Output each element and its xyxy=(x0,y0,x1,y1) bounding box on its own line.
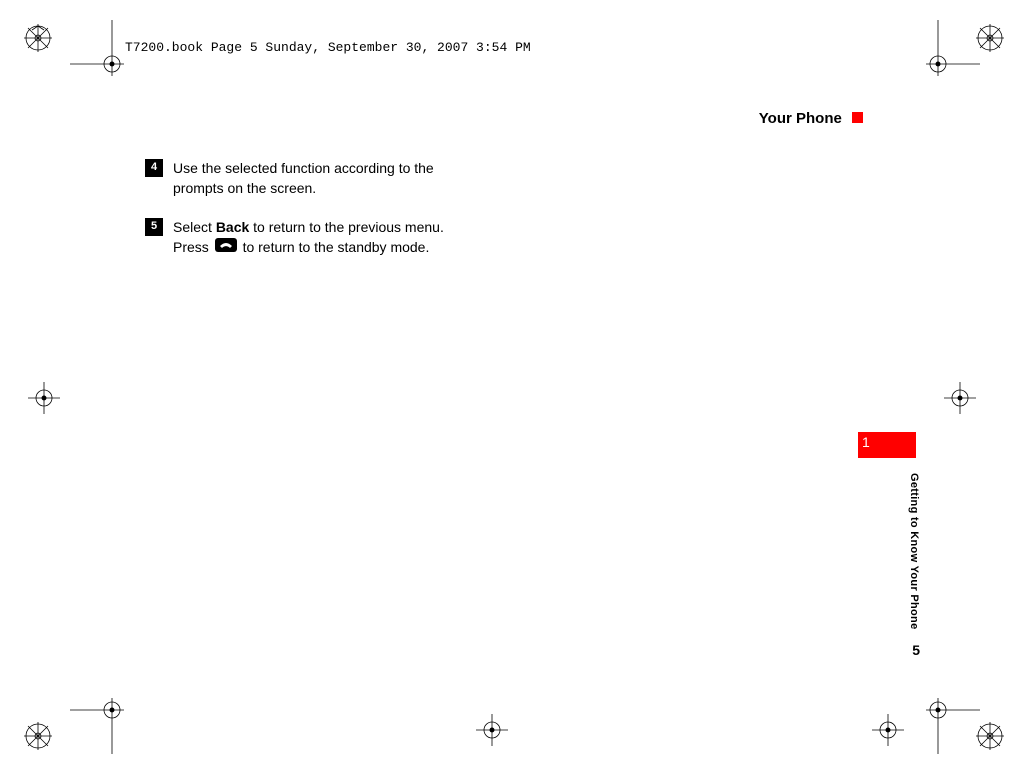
step-4: 4 Use the selected function according to… xyxy=(145,158,465,199)
registration-mark-icon xyxy=(976,24,1004,52)
step-number-badge: 4 xyxy=(145,159,163,177)
framemaker-header: T7200.book Page 5 Sunday, September 30, … xyxy=(125,40,531,55)
crop-mark-icon xyxy=(910,684,980,754)
side-tab: 1 xyxy=(858,432,916,458)
running-header-text: Your Phone xyxy=(759,110,842,127)
crop-mark-icon xyxy=(70,20,140,90)
crosshair-icon xyxy=(868,710,908,750)
running-header: Your Phone xyxy=(759,110,863,127)
section-label-vertical: Getting to Know Your Phone xyxy=(908,473,920,630)
registration-mark-icon xyxy=(24,722,52,750)
step-5-post: to return to the standby mode. xyxy=(239,239,430,255)
step-number-badge: 5 xyxy=(145,218,163,236)
page-number: 5 xyxy=(912,642,920,658)
side-tab-number: 1 xyxy=(862,434,870,450)
header-red-square-icon xyxy=(852,112,863,123)
crosshair-icon xyxy=(940,378,980,418)
crosshair-icon xyxy=(472,710,512,750)
step-5-text: Select Back to return to the previous me… xyxy=(173,217,465,259)
crop-mark-icon xyxy=(70,684,140,754)
registration-mark-icon xyxy=(976,722,1004,750)
crosshair-icon xyxy=(24,378,64,418)
registration-mark-icon xyxy=(24,24,52,52)
step-5-bold: Back xyxy=(216,219,249,235)
step-5-pre: Select xyxy=(173,219,216,235)
end-call-key-icon xyxy=(215,237,237,257)
step-4-text: Use the selected function according to t… xyxy=(173,158,465,199)
crop-mark-icon xyxy=(910,20,980,90)
body-content: 4 Use the selected function according to… xyxy=(145,158,465,276)
step-5: 5 Select Back to return to the previous … xyxy=(145,217,465,259)
